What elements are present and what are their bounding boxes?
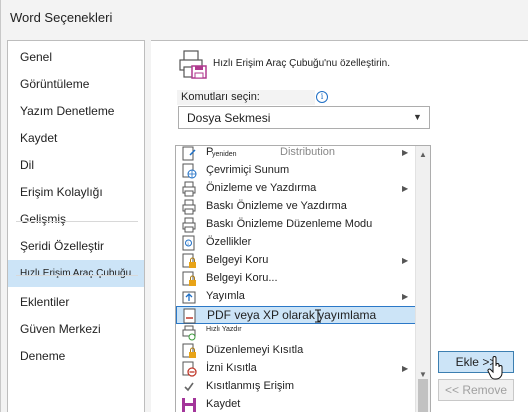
list-item[interactable]: Önizleme ve Yazdırma ▶ (176, 180, 430, 198)
list-item-label: Önizleme ve Yazdırma (206, 182, 317, 194)
sidebar-item-trial[interactable]: Deneme (8, 343, 144, 370)
list-item-label: Kaydet (206, 398, 241, 410)
sidebar: Genel Görüntüleme Yazım Denetleme Kaydet… (7, 40, 145, 412)
sidebar-divider (16, 275, 138, 276)
sidebar-divider (16, 221, 138, 222)
publish-icon (182, 291, 196, 304)
list-item-label: Baskı Önizleme ve Yazdırma (206, 200, 347, 212)
list-item-label: Belgeyi Koru (206, 254, 269, 266)
list-item[interactable]: Baskı Önizleme Düzenleme Modu (176, 216, 430, 234)
protect-document-icon (182, 253, 196, 268)
list-item[interactable]: Belgeyi Koru ▶ (176, 252, 430, 270)
list-item[interactable]: P yeniden Distribution ▶ (176, 146, 430, 162)
check-icon (184, 382, 194, 392)
sidebar-item-language[interactable]: Dil (8, 152, 144, 179)
list-item[interactable]: Hızlı Yazdır (176, 324, 430, 342)
quick-access-toolbar-icon (179, 50, 207, 79)
list-item-label: Özellikler (206, 236, 252, 248)
remove-button[interactable]: << Remove (438, 379, 514, 401)
protect-document-icon (182, 271, 196, 286)
hand-pointer-icon (487, 356, 503, 380)
sidebar-item-quick-access-toolbar[interactable]: Hızlı Erişim Araç Çubuğu (8, 260, 144, 287)
list-item-label: Kısıtlanmış Erişim (206, 380, 295, 392)
sidebar-item-add-ins[interactable]: Eklentiler (8, 289, 144, 316)
sidebar-item-save[interactable]: Kaydet (8, 125, 144, 152)
list-item-label: PDF veya XP olarak yayımlama (207, 308, 377, 322)
text-cursor-icon (315, 309, 321, 323)
list-item-label: Çevrimiçi Sunum (206, 164, 290, 176)
commands-dropdown-value: Dosya Sekmesi (187, 111, 271, 125)
commands-dropdown[interactable]: Dosya Sekmesi ▼ (178, 106, 430, 129)
sidebar-item-proofing[interactable]: Yazım Denetleme (8, 98, 144, 125)
list-item-label: Düzenlemeyi Kısıtla (206, 344, 304, 356)
list-item-label: Baskı Önizleme Düzenleme Modu (206, 218, 373, 230)
list-item-small-label: Hızlı Yazdır (206, 326, 242, 333)
sidebar-item-trust-center[interactable]: Güven Merkezi (8, 316, 144, 343)
list-item[interactable]: Belgeyi Koru... (176, 270, 430, 288)
properties-icon: i (182, 235, 195, 251)
scroll-down-icon[interactable]: ▼ (419, 370, 427, 379)
list-item[interactable]: Çevrimiçi Sunum (176, 162, 430, 180)
print-preview-icon (182, 199, 196, 215)
sidebar-item-display[interactable]: Görüntüleme (8, 71, 144, 98)
quick-print-icon (182, 325, 196, 341)
commands-label: Komutları seçin: (181, 91, 260, 103)
print-preview-icon (182, 181, 196, 197)
window-title: Word Seçenekleri (10, 10, 113, 25)
list-item-selected[interactable]: PDF veya XP olarak yayımlama (176, 306, 430, 324)
sidebar-item-general[interactable]: Genel (8, 44, 144, 71)
restrict-editing-icon (182, 343, 196, 358)
list-item-label: Belgeyi Koru... (206, 272, 278, 284)
commands-list[interactable]: P yeniden Distribution ▶ Çevrimiçi Sunum… (175, 145, 431, 412)
sidebar-item-advanced[interactable]: Gelişmiş (8, 206, 144, 233)
list-item-extra-label: Distribution (280, 146, 336, 158)
scroll-up-icon[interactable]: ▲ (419, 150, 427, 159)
info-icon[interactable]: i (316, 91, 328, 103)
sidebar-item-customize-ribbon[interactable]: Şeridi Özelleştir (8, 233, 144, 260)
list-item-small-label: yeniden (212, 151, 237, 158)
chevron-right-icon: ▶ (402, 184, 409, 193)
sidebar-item-accessibility[interactable]: Erişim Kolaylığı (8, 179, 144, 206)
redistribute-icon (182, 146, 196, 161)
list-item[interactable]: Kısıtlanmış Erişim (176, 378, 430, 396)
list-item[interactable]: Düzenlemeyi Kısıtla (176, 342, 430, 360)
chevron-right-icon: ▶ (402, 364, 409, 373)
chevron-right-icon: ▶ (402, 256, 409, 265)
list-item-label: Yayımla (206, 290, 245, 302)
pdf-icon (183, 308, 196, 324)
restrict-permission-icon (182, 361, 197, 377)
list-item[interactable]: Yayımla ▶ (176, 288, 430, 306)
list-item[interactable]: Kaydet (176, 396, 430, 412)
online-presentation-icon (182, 163, 197, 179)
options-window: Word Seçenekleri Genel Görüntüleme Yazım… (0, 0, 528, 412)
chevron-right-icon: ▶ (402, 148, 409, 157)
page-heading: Hızlı Erişim Araç Çubuğu'nu özelleştirin… (213, 58, 390, 69)
print-preview-edit-icon (182, 217, 196, 233)
scrollbar-thumb[interactable] (418, 379, 428, 412)
chevron-right-icon: ▶ (402, 292, 409, 301)
save-icon (182, 398, 196, 412)
list-scrollbar[interactable]: ▲ ▼ (415, 146, 430, 412)
list-item[interactable]: i Özellikler (176, 234, 430, 252)
chevron-down-icon: ▼ (413, 112, 422, 122)
list-item-label: İzni Kısıtla (206, 362, 257, 374)
list-item[interactable]: İzni Kısıtla ▶ (176, 360, 430, 378)
list-item[interactable]: Baskı Önizleme ve Yazdırma (176, 198, 430, 216)
